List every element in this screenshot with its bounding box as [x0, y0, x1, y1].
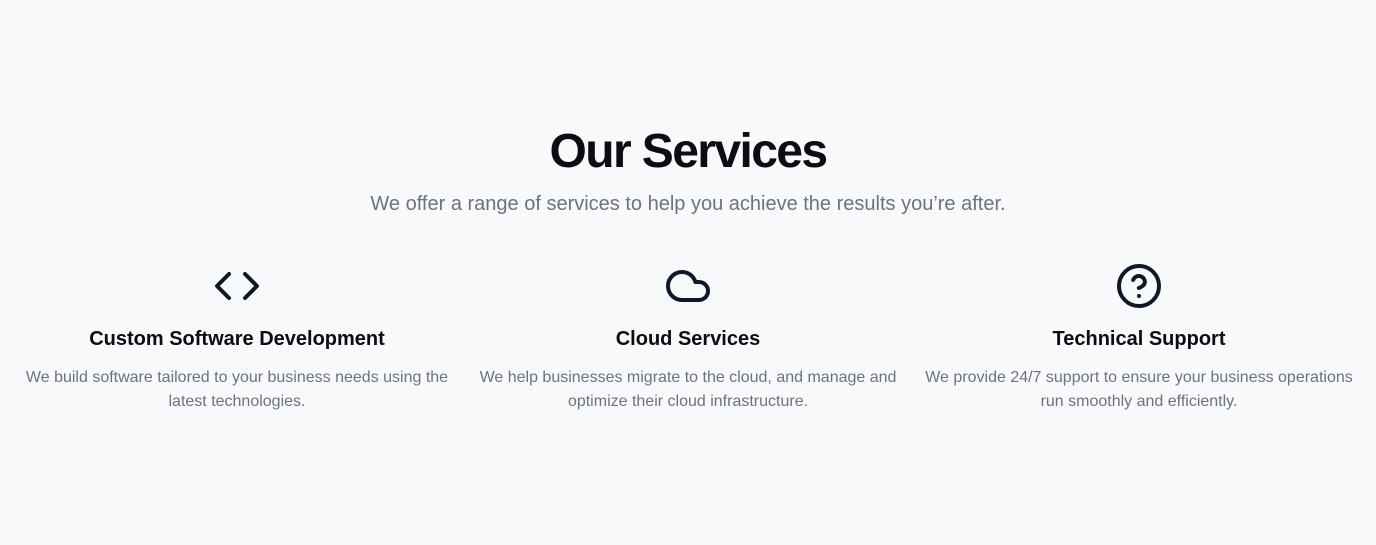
service-card-technical-support: Technical Support We provide 24/7 suppor… [914, 262, 1364, 414]
help-circle-icon [1115, 262, 1163, 310]
service-title: Custom Software Development [89, 328, 385, 350]
section-title: Our Services [549, 125, 829, 178]
cloud-icon [664, 262, 712, 310]
service-description: We provide 24/7 support to ensure your b… [925, 369, 1353, 410]
service-description: We build software tailored to your busin… [25, 369, 449, 410]
service-title: Cloud Services [615, 328, 761, 350]
service-description: We help businesses migrate to the cloud,… [479, 369, 897, 410]
service-title: Technical Support [1052, 328, 1226, 350]
service-card-cloud: Cloud Services We help businesses migrat… [463, 262, 913, 414]
code-icon [213, 262, 261, 310]
service-card-custom-software: Custom Software Development We build sof… [12, 262, 462, 414]
services-grid: Custom Software Development We build sof… [12, 262, 1364, 414]
services-section: Our Services We offer a range of service… [0, 0, 1376, 545]
section-subtitle: We offer a range of services to help you… [370, 193, 1006, 215]
